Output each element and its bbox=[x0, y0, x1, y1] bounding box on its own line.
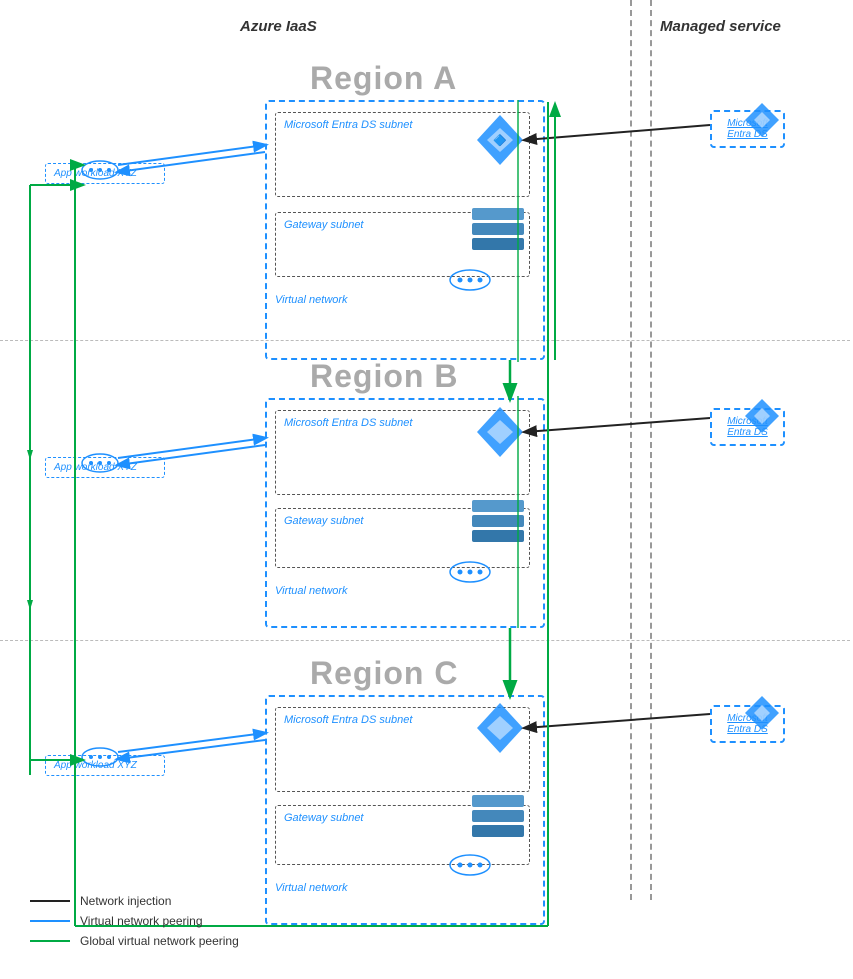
managed-service-header: Managed service bbox=[660, 18, 781, 35]
separator-2 bbox=[650, 0, 652, 900]
ms-entra-label-c: Microsoft Entra DS subnet bbox=[284, 714, 412, 726]
region-b-label: Region B bbox=[310, 358, 458, 395]
managed-label-b: Microsoft Entra DS bbox=[718, 416, 777, 438]
app-workload-c: App workload XYZ bbox=[45, 755, 165, 776]
region-a-label: Region A bbox=[310, 60, 457, 97]
managed-box-a: Microsoft Entra DS bbox=[710, 110, 785, 148]
azure-iaas-header: Azure IaaS bbox=[240, 18, 317, 35]
vnet-box-c: Microsoft Entra DS subnet Gateway subnet… bbox=[265, 695, 545, 925]
vnet-label-c: Virtual network bbox=[275, 882, 348, 894]
region-c-label: Region C bbox=[310, 655, 458, 692]
managed-box-c: Microsoft Entra DS bbox=[710, 705, 785, 743]
legend-global-peering-label: Global virtual network peering bbox=[80, 934, 239, 948]
h-sep-2 bbox=[0, 640, 850, 641]
managed-label-c: Microsoft Entra DS bbox=[718, 713, 777, 735]
ms-entra-subnet-b: Microsoft Entra DS subnet bbox=[275, 410, 530, 495]
gw-subnet-c: Gateway subnet bbox=[275, 805, 530, 865]
ms-entra-label-a: Microsoft Entra DS subnet bbox=[284, 119, 412, 131]
ms-entra-subnet-a: Microsoft Entra DS subnet bbox=[275, 112, 530, 197]
legend-network-injection-label: Network injection bbox=[80, 894, 171, 908]
gw-subnet-b: Gateway subnet bbox=[275, 508, 530, 568]
app-workload-a: App workload XYZ bbox=[45, 163, 165, 184]
gw-subnet-a: Gateway subnet bbox=[275, 212, 530, 277]
managed-label-a: Microsoft Entra DS bbox=[718, 118, 777, 140]
app-workload-b: App workload XYZ bbox=[45, 457, 165, 478]
legend-vnet-peering: Virtual network peering bbox=[30, 914, 239, 928]
gw-label-a: Gateway subnet bbox=[284, 219, 364, 231]
legend-network-injection: Network injection bbox=[30, 894, 239, 908]
legend: Network injection Virtual network peerin… bbox=[30, 894, 239, 954]
legend-vnet-peering-label: Virtual network peering bbox=[80, 914, 203, 928]
separator-1 bbox=[630, 0, 632, 900]
legend-blue-line bbox=[30, 920, 70, 922]
legend-black-line bbox=[30, 900, 70, 902]
gw-label-b: Gateway subnet bbox=[284, 515, 364, 527]
vnet-label-b: Virtual network bbox=[275, 585, 348, 597]
vnet-box-b: Microsoft Entra DS subnet Gateway subnet… bbox=[265, 398, 545, 628]
ms-entra-subnet-c: Microsoft Entra DS subnet bbox=[275, 707, 530, 792]
gw-label-c: Gateway subnet bbox=[284, 812, 364, 824]
vnet-box-a: Microsoft Entra DS subnet Gateway subnet… bbox=[265, 100, 545, 360]
managed-box-b: Microsoft Entra DS bbox=[710, 408, 785, 446]
vnet-label-a: Virtual network bbox=[275, 294, 348, 306]
ms-entra-label-b: Microsoft Entra DS subnet bbox=[284, 417, 412, 429]
legend-green-line bbox=[30, 940, 70, 942]
diagram: Azure IaaS Managed service Region A Micr… bbox=[0, 0, 853, 979]
legend-global-peering: Global virtual network peering bbox=[30, 934, 239, 948]
